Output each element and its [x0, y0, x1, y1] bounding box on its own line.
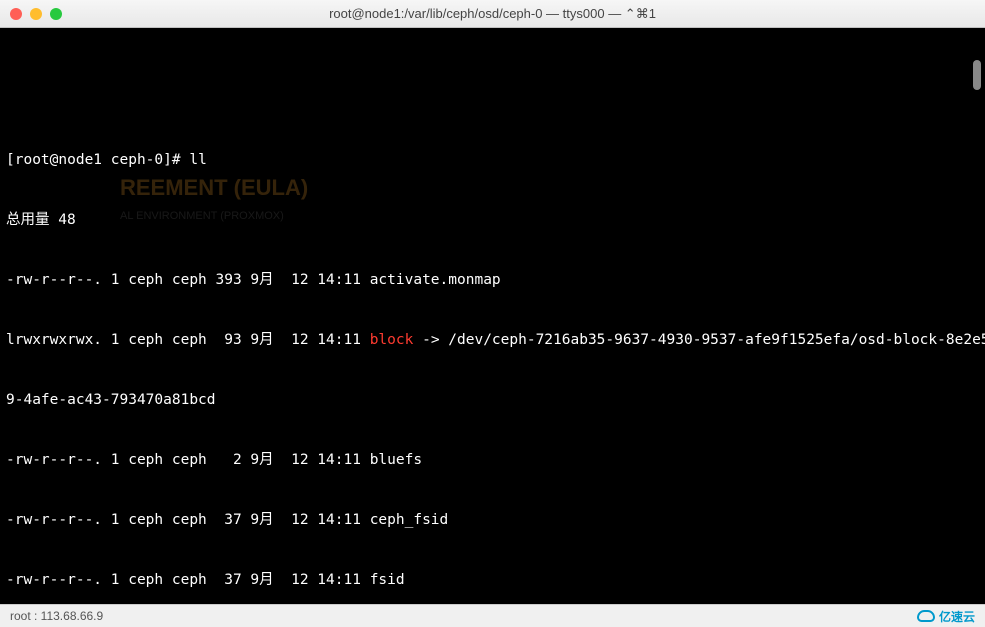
list-item-wrap: 9-4afe-ac43-793470a81bcd [6, 390, 979, 410]
cloud-icon [917, 610, 935, 622]
list-item: -rw-r--r--. 1 ceph ceph 393 9月 12 14:11 … [6, 270, 979, 290]
zoom-icon[interactable] [50, 8, 62, 20]
logo: 亿速云 [917, 608, 975, 625]
status-connection: root : 113.68.66.9 [10, 609, 103, 623]
prompt: [root@node1 ceph-0]# [6, 152, 181, 168]
close-icon[interactable] [10, 8, 22, 20]
list-item: lrwxrwxrwx. 1 ceph ceph 93 9月 12 14:11 b… [6, 330, 979, 350]
command-ll: ll [189, 152, 206, 168]
statusbar: root : 113.68.66.9 亿速云 [0, 604, 985, 627]
list-item: -rw-r--r--. 1 ceph ceph 37 9月 12 14:11 c… [6, 510, 979, 530]
scrollbar-thumb[interactable] [973, 60, 981, 90]
file-ceph-fsid: ceph_fsid [370, 512, 449, 528]
symlink-block: block [370, 332, 414, 348]
file-activate-monmap: activate.monmap [370, 272, 501, 288]
terminal-area[interactable]: REEMENT (EULA) AL ENVIRONMENT (PROXMOX) … [0, 28, 985, 604]
file-fsid: fsid [370, 572, 405, 588]
titlebar: root@node1:/var/lib/ceph/osd/ceph-0 — tt… [0, 0, 985, 28]
minimize-icon[interactable] [30, 8, 42, 20]
traffic-lights [10, 8, 62, 20]
window-title: root@node1:/var/lib/ceph/osd/ceph-0 — tt… [10, 6, 975, 22]
total-line: 总用量 48 [6, 210, 979, 230]
list-item: -rw-r--r--. 1 ceph ceph 2 9月 12 14:11 bl… [6, 450, 979, 470]
list-item: -rw-r--r--. 1 ceph ceph 37 9月 12 14:11 f… [6, 570, 979, 590]
file-bluefs: bluefs [370, 452, 422, 468]
logo-text: 亿速云 [939, 608, 975, 625]
